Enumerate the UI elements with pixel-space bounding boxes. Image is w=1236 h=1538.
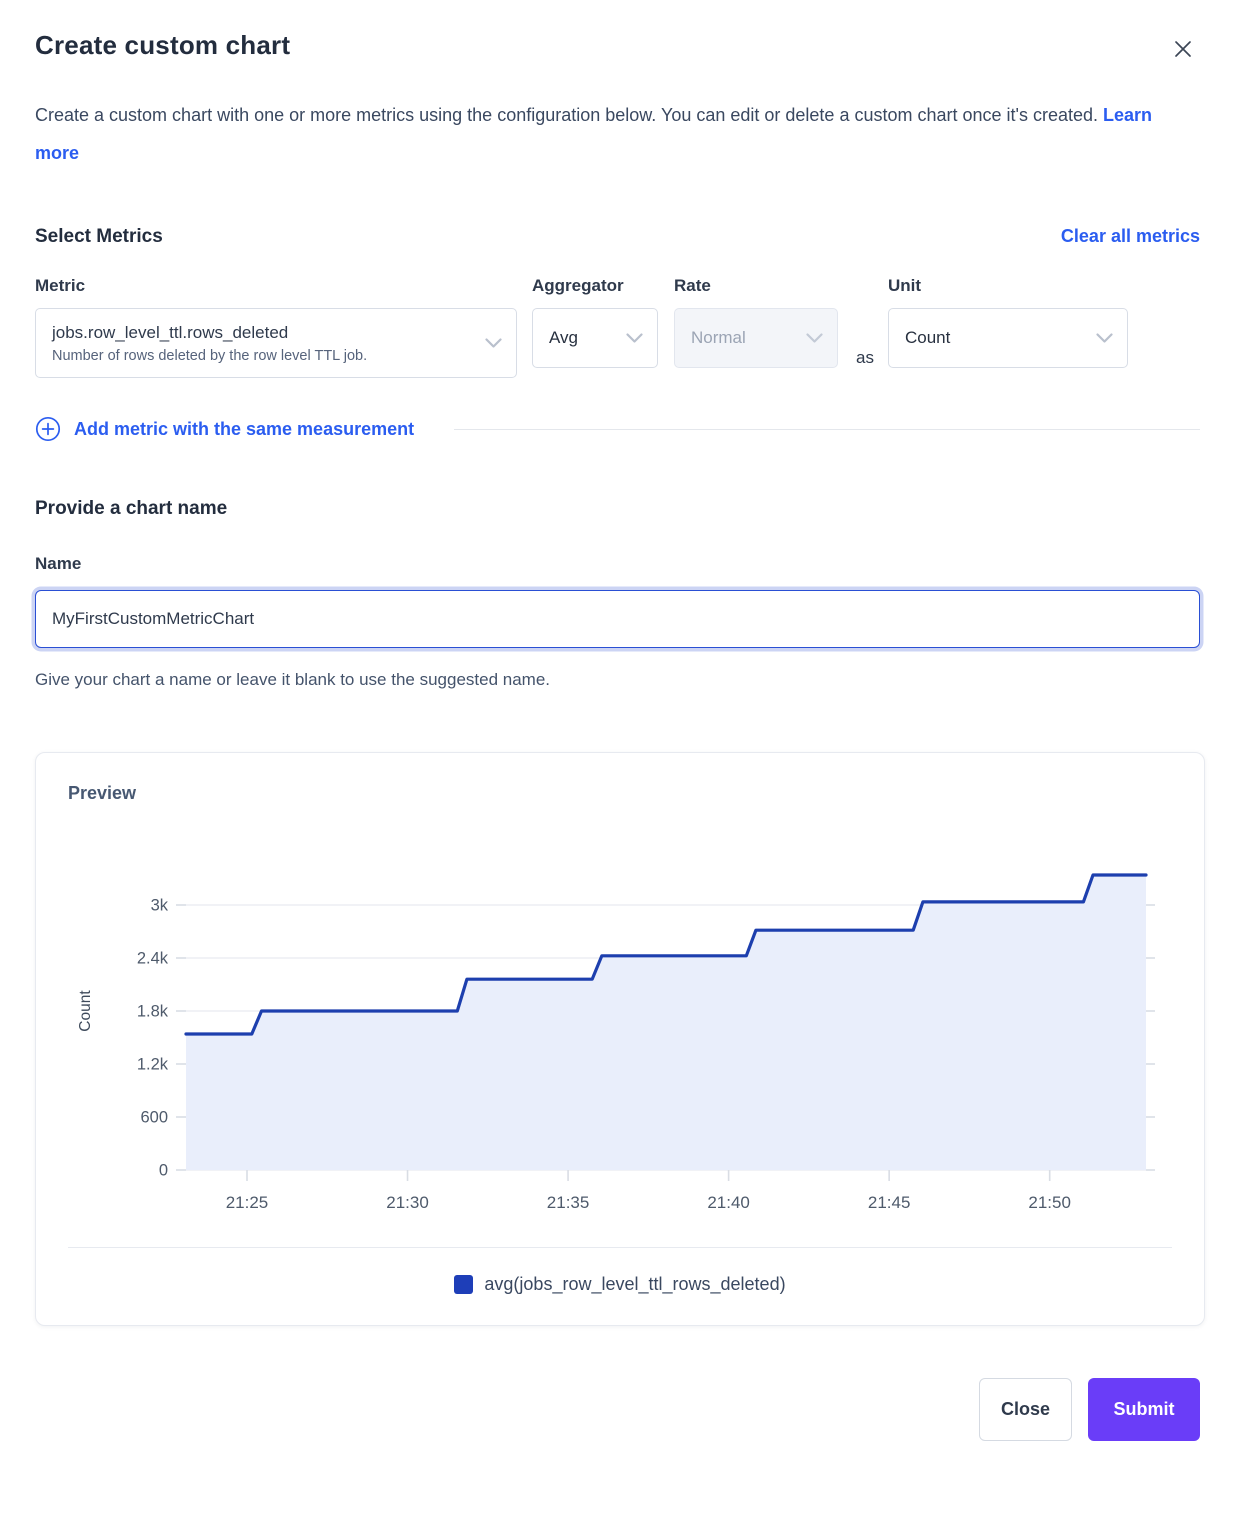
metric-select-texts: jobs.row_level_ttl.rows_deleted Number o…: [52, 323, 367, 364]
unit-select[interactable]: Count: [888, 308, 1128, 368]
rate-select-value: Normal: [691, 328, 746, 348]
metric-field: Metric jobs.row_level_ttl.rows_deleted N…: [35, 276, 517, 378]
chart-name-input[interactable]: [35, 590, 1200, 648]
y-tick-label: 1.2k: [137, 1056, 169, 1074]
preview-heading: Preview: [68, 783, 1172, 804]
chevron-down-icon: [1096, 333, 1113, 344]
add-metric-row: Add metric with the same measurement: [35, 416, 1200, 442]
metric-config-row: Metric jobs.row_level_ttl.rows_deleted N…: [35, 276, 1200, 378]
select-metrics-header: Select Metrics Clear all metrics: [35, 226, 1200, 248]
rate-select-disabled: Normal: [674, 308, 838, 368]
y-tick-label: 600: [140, 1109, 168, 1127]
chart-legend[interactable]: avg(jobs_row_level_ttl_rows_deleted): [68, 1274, 1172, 1299]
close-button[interactable]: [1166, 32, 1200, 66]
unit-field: Unit Count: [888, 276, 1128, 368]
submit-button[interactable]: Submit: [1088, 1378, 1200, 1441]
x-tick-label: 21:40: [707, 1193, 750, 1212]
name-helper-text: Give your chart a name or leave it blank…: [35, 670, 1200, 690]
aggregator-select[interactable]: Avg: [532, 308, 658, 368]
preview-chart: 0 600 1.2k 1.8k 2.4k 3k 21:25 21:30 21:35 21:40 21…: [68, 838, 1174, 1222]
y-tick-label: 1.8k: [137, 1003, 169, 1021]
y-axis-title: Count: [77, 990, 94, 1032]
chevron-down-icon: [806, 333, 823, 344]
y-tick-label: 0: [159, 1162, 168, 1180]
close-icon: [1172, 48, 1194, 63]
metric-select-value: jobs.row_level_ttl.rows_deleted: [52, 323, 367, 343]
chart-name-heading: Provide a chart name: [35, 498, 1200, 520]
metric-select[interactable]: jobs.row_level_ttl.rows_deleted Number o…: [35, 308, 517, 378]
modal-description-text: Create a custom chart with one or more m…: [35, 105, 1098, 125]
select-metrics-heading: Select Metrics: [35, 226, 163, 248]
x-tick-label: 21:30: [386, 1193, 429, 1212]
clear-all-metrics-link[interactable]: Clear all metrics: [1061, 226, 1200, 247]
rate-field: Rate Normal: [674, 276, 838, 368]
add-metric-link[interactable]: Add metric with the same measurement: [35, 416, 414, 442]
aggregator-label: Aggregator: [532, 276, 658, 296]
y-tick-label: 3k: [151, 897, 169, 915]
x-tick-label: 21:50: [1028, 1193, 1071, 1212]
legend-swatch: [454, 1275, 473, 1294]
add-metric-label: Add metric with the same measurement: [74, 419, 414, 440]
y-tick-label: 2.4k: [137, 950, 169, 968]
modal-description: Create a custom chart with one or more m…: [35, 96, 1185, 172]
legend-label: avg(jobs_row_level_ttl_rows_deleted): [484, 1274, 785, 1295]
chevron-down-icon: [485, 338, 502, 349]
aggregator-select-value: Avg: [549, 328, 578, 348]
unit-select-value: Count: [905, 328, 950, 348]
x-tick-label: 21:35: [547, 1193, 590, 1212]
preview-card: Preview 0 600 1.2k 1.8k 2.4k 3k 21:25 21:30 21:3…: [35, 752, 1205, 1326]
page-title: Create custom chart: [35, 30, 290, 61]
as-text: as: [856, 348, 874, 368]
rate-label: Rate: [674, 276, 838, 296]
chevron-down-icon: [626, 333, 643, 344]
plus-circle-icon: [35, 416, 61, 442]
modal-footer: Close Submit: [35, 1378, 1200, 1441]
x-tick-label: 21:45: [868, 1193, 911, 1212]
metric-select-description: Number of rows deleted by the row level …: [52, 348, 367, 364]
legend-divider: [68, 1247, 1172, 1248]
unit-label: Unit: [888, 276, 1128, 296]
series-area: [186, 875, 1146, 1170]
divider: [454, 429, 1200, 430]
aggregator-field: Aggregator Avg: [532, 276, 658, 368]
chart-wrap: 0 600 1.2k 1.8k 2.4k 3k 21:25 21:30 21:35 21:40 21…: [68, 838, 1172, 1227]
x-tick-label: 21:25: [226, 1193, 269, 1212]
name-label: Name: [35, 554, 1200, 574]
modal-header: Create custom chart: [35, 30, 1200, 66]
metric-label: Metric: [35, 276, 517, 296]
close-button-footer[interactable]: Close: [979, 1378, 1072, 1441]
